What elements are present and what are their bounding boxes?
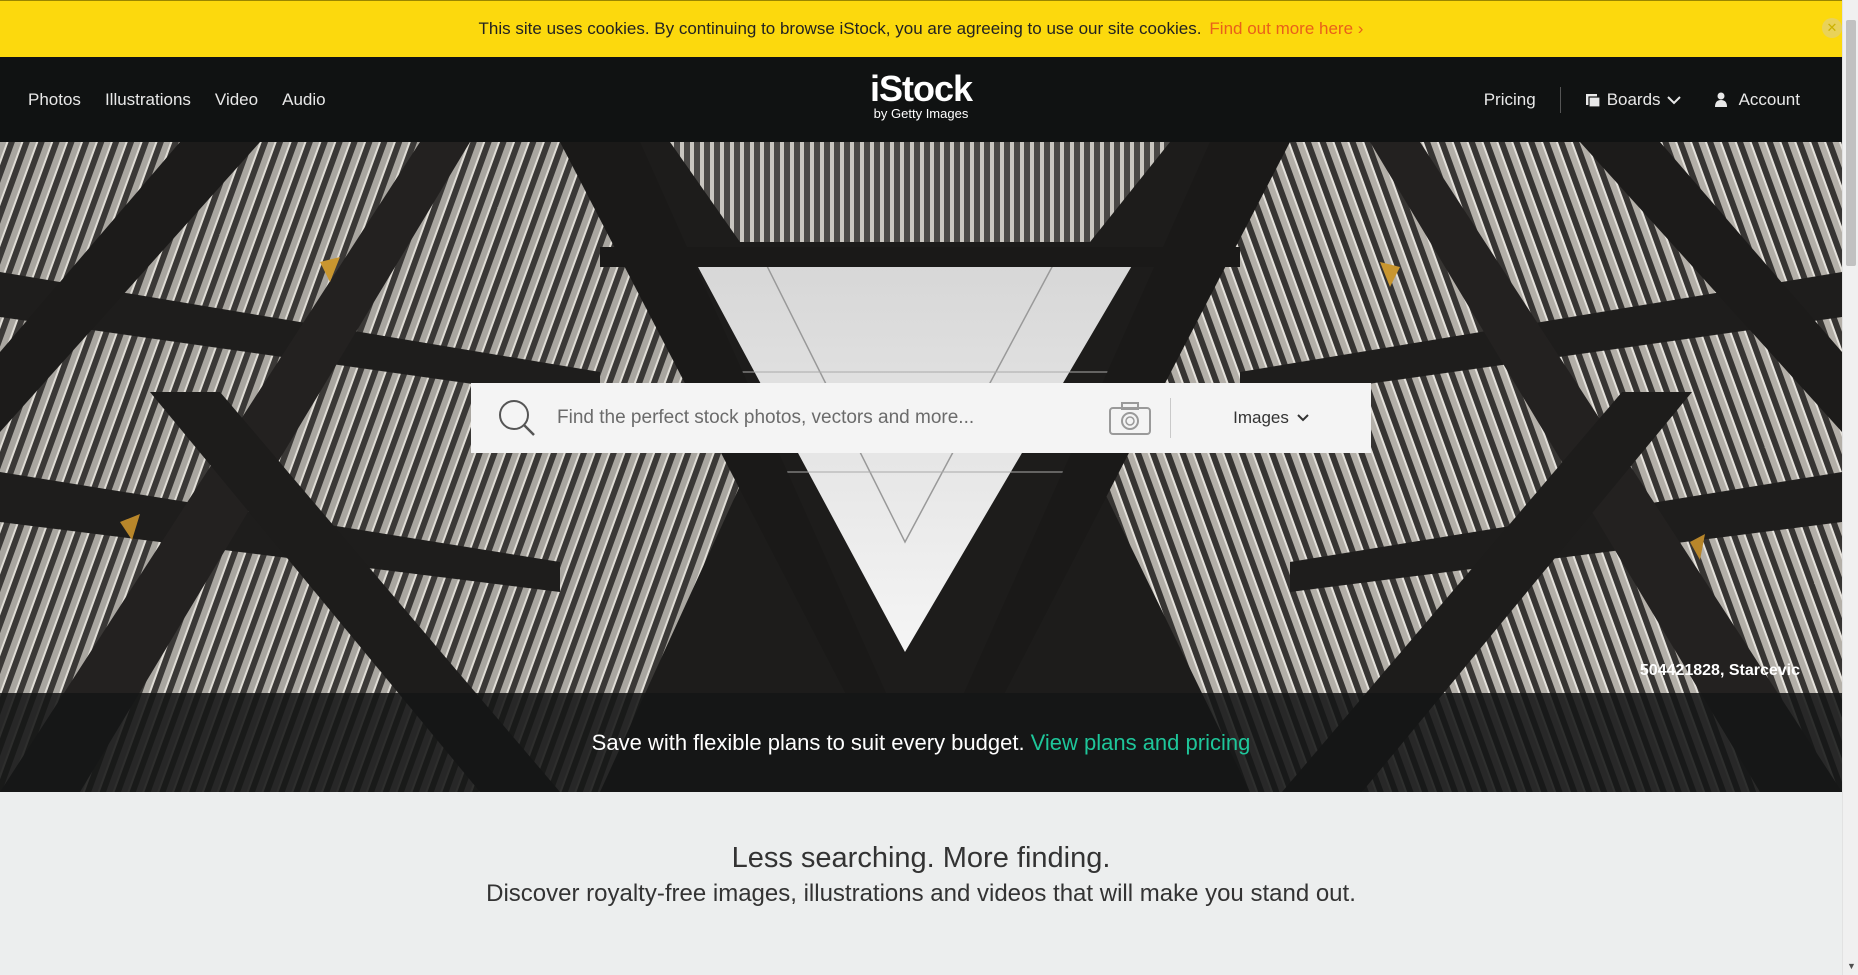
top-nav: Photos Illustrations Video Audio iStock … (0, 57, 1842, 142)
cookie-message: This site uses cookies. By continuing to… (478, 19, 1202, 38)
scrollbar-thumb[interactable] (1846, 20, 1856, 266)
nav-media-links: Photos Illustrations Video Audio (28, 57, 326, 142)
page-scrollbar[interactable]: ▼ (1842, 0, 1858, 975)
nav-item-photos[interactable]: Photos (28, 90, 81, 110)
image-credit: 504421828, Starcevic (1639, 662, 1800, 679)
close-icon[interactable]: ✕ (1822, 18, 1842, 38)
user-icon (1714, 92, 1727, 107)
search-input[interactable] (555, 383, 1108, 453)
search-icon[interactable] (497, 398, 537, 438)
tagline-section: Less searching. More finding. Discover r… (0, 792, 1842, 975)
camera-icon[interactable] (1108, 400, 1152, 436)
account-label: Account (1738, 89, 1800, 109)
pricing-promo: Save with flexible plans to suit every b… (0, 693, 1842, 792)
boards-menu[interactable]: Boards (1585, 90, 1681, 110)
view-plans-link[interactable]: View plans and pricing (1031, 730, 1251, 756)
boards-label: Boards (1606, 89, 1661, 109)
chevron-down-icon (1297, 414, 1309, 422)
nav-item-illustrations[interactable]: Illustrations (105, 90, 191, 110)
logo-main-text: iStock (869, 68, 973, 109)
nav-account-links: Pricing Boards Account (1484, 57, 1800, 142)
istock-logo[interactable]: iStock by Getty Images (866, 71, 976, 121)
search-bar: Images (471, 383, 1371, 453)
boards-icon (1585, 93, 1601, 108)
hero-section: Images 504421828, Starcevic Save with fl… (0, 142, 1842, 792)
chevron-down-icon (1666, 95, 1681, 104)
cookie-more-link[interactable]: Find out more here › (1209, 19, 1363, 39)
nav-item-video[interactable]: Video (215, 90, 258, 110)
media-type-label: Images (1233, 408, 1289, 427)
scroll-down-icon[interactable]: ▼ (1847, 961, 1856, 971)
logo-sub-text: by Getty Images (873, 106, 969, 121)
account-menu[interactable]: Account (1714, 89, 1800, 110)
nav-item-audio[interactable]: Audio (282, 90, 325, 110)
promo-text: Save with flexible plans to suit every b… (591, 729, 1025, 755)
tagline-subheading: Discover royalty-free images, illustrati… (486, 880, 1356, 907)
nav-divider (1559, 86, 1561, 113)
cookie-banner: This site uses cookies. By continuing to… (0, 0, 1842, 57)
media-type-select[interactable]: Images (1171, 408, 1371, 428)
nav-item-pricing[interactable]: Pricing (1484, 90, 1536, 110)
tagline-heading: Less searching. More finding. (731, 842, 1111, 874)
